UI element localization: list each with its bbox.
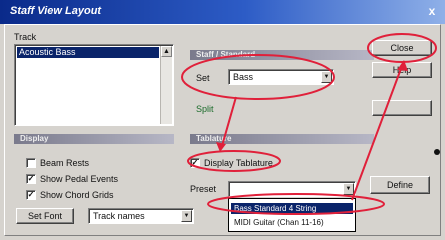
annotation-arrow-close [351,65,403,201]
annotation-circle-preset [207,193,385,215]
annotation-circle-close [367,33,437,63]
annotation-arrow-set [221,96,237,147]
annotation-overlay [181,33,440,215]
annotation-circle-set [181,54,335,100]
bullet-dot-icon [434,149,440,155]
annotation-circle-display-tablature [187,150,281,172]
